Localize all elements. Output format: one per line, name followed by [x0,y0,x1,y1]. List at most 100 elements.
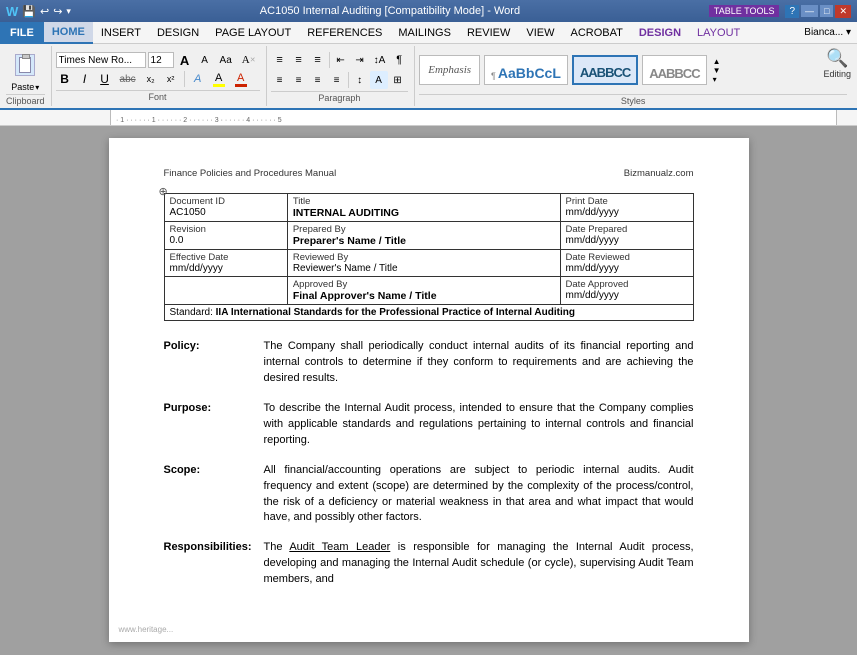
menu-design[interactable]: DESIGN [149,22,207,44]
policy-section: Policy: The Company shall periodically c… [164,339,694,387]
line-spacing-button[interactable]: ↕ [351,71,369,89]
bold-button[interactable]: B [56,70,74,88]
sort-button[interactable]: ↕A [370,51,390,69]
shading-button[interactable]: A [370,71,388,89]
user-account[interactable]: Bianca... ▾ [798,27,857,38]
styles-group-label: Styles [419,94,847,106]
font-name-input[interactable] [56,52,146,68]
paste-dropdown-icon[interactable]: ▾ [35,83,39,92]
menu-acrobat[interactable]: ACROBAT [562,22,630,44]
increase-indent-button[interactable]: ⇥ [351,51,369,69]
menu-references[interactable]: REFERENCES [299,22,390,44]
menu-mailings[interactable]: MAILINGS [390,22,459,44]
strikethrough-button[interactable]: abc [116,70,140,88]
font-color-button[interactable]: A [231,70,251,88]
underline-button[interactable]: U [96,70,114,88]
effective-date-label: Effective Date [170,252,282,263]
borders-button[interactable]: ⊞ [389,71,407,89]
align-center-button[interactable]: ≡ [290,71,308,89]
document-page: Finance Policies and Procedures Manual B… [109,138,749,642]
prepared-by-value: Preparer's Name / Title [293,235,555,247]
highlight-color-button[interactable]: A [209,70,229,88]
print-date-value: mm/dd/yyyy [566,207,688,218]
purpose-section: Purpose: To describe the Internal Audit … [164,401,694,449]
menu-table-layout[interactable]: LAYOUT [689,22,748,44]
style-heading2[interactable]: AABBCC [642,55,706,85]
decrease-indent-button[interactable]: ⇤ [332,51,350,69]
align-right-button[interactable]: ≡ [309,71,327,89]
table-cell: Date Reviewed mm/dd/yyyy [560,250,693,277]
multilevel-list-button[interactable]: ≡ [309,51,327,69]
save-icon[interactable]: 💾 [22,5,36,18]
styles-group: Emphasis ¶ AaBbCcL AABBCC AABBCC ▲ ▼ ▾ S… [415,46,853,106]
scope-section: Scope: All financial/accounting operatio… [164,463,694,527]
editing-button[interactable]: 🔍 Editing [823,48,851,79]
table-cell: Revision 0.0 [164,222,287,250]
table-cell: Date Prepared mm/dd/yyyy [560,222,693,250]
title-bar-left: W 💾 ↩ ↪ ▾ [6,4,71,19]
title-value: INTERNAL AUDITING [293,207,555,219]
table-cell: Print Date mm/dd/yyyy [560,194,693,222]
ribbon: Paste ▾ Clipboard A A Aa A✕ B I U [0,44,857,110]
font-grow-button[interactable]: A [176,52,194,68]
header-left: Finance Policies and Procedures Manual [164,168,337,179]
approved-by-label: Approved By [293,279,555,290]
date-reviewed-value: mm/dd/yyyy [566,263,688,274]
menu-review[interactable]: REVIEW [459,22,518,44]
justify-button[interactable]: ≡ [328,71,346,89]
style-heading1-alt[interactable]: AABBCC [572,55,638,85]
italic-button[interactable]: I [76,70,94,88]
table-cell [164,277,287,305]
purpose-label: Purpose: [164,401,264,416]
file-menu-button[interactable]: FILE [0,22,44,44]
doc-id-label: Document ID [170,196,282,207]
menu-insert[interactable]: INSERT [93,22,149,44]
table-row: Approved By Final Approver's Name / Titl… [164,277,693,305]
font-size-input[interactable] [148,52,174,68]
standard-label: Standard: [170,307,213,318]
maximize-button[interactable]: □ [820,5,833,17]
revision-label: Revision [170,224,282,235]
text-effects-button[interactable]: A [189,70,207,88]
table-cell: Reviewed By Reviewer's Name / Title [287,250,560,277]
superscript-button[interactable]: x² [162,70,180,88]
table-row: Effective Date mm/dd/yyyy Reviewed By Re… [164,250,693,277]
minimize-button[interactable]: — [801,5,818,17]
title-bar-right: TABLE TOOLS ? — □ ✕ [709,5,851,18]
menu-view[interactable]: VIEW [518,22,562,44]
font-shrink-button[interactable]: A [196,52,214,68]
style-heading1[interactable]: ¶ AaBbCcL [484,55,568,85]
numbering-button[interactable]: ≡ [290,51,308,69]
table-cell: Document ID AC1050 [164,194,287,222]
show-hide-button[interactable]: ¶ [390,51,408,69]
table-cell: Prepared By Preparer's Name / Title [287,222,560,250]
font-group: A A Aa A✕ B I U abc x₂ x² A A [52,46,267,106]
table-cell: Effective Date mm/dd/yyyy [164,250,287,277]
menu-home[interactable]: HOME [44,22,93,44]
undo-icon[interactable]: ↩ [40,5,49,18]
reviewed-by-label: Reviewed By [293,252,555,263]
revision-value: 0.0 [170,235,282,246]
menu-table-design[interactable]: DESIGN [631,22,689,44]
title-label: Title [293,196,555,207]
style-emphasis[interactable]: Emphasis [419,55,480,85]
scope-text: All financial/accounting operations are … [264,463,694,527]
table-row: Document ID AC1050 Title INTERNAL AUDITI… [164,194,693,222]
help-button[interactable]: ? [785,5,799,18]
close-button[interactable]: ✕ [835,5,851,18]
table-cell: Approved By Final Approver's Name / Titl… [287,277,560,305]
document-area[interactable]: Finance Policies and Procedures Manual B… [0,126,857,655]
document-info-table: Document ID AC1050 Title INTERNAL AUDITI… [164,193,694,321]
redo-icon[interactable]: ↪ [53,5,62,18]
paste-button[interactable]: Paste ▾ [10,48,40,92]
subscript-button[interactable]: x₂ [142,70,160,88]
word-app-icon: W [6,4,18,19]
align-left-button[interactable]: ≡ [271,71,289,89]
styles-scroll[interactable]: ▲ ▼ ▾ [713,57,721,84]
clear-format-button[interactable]: A✕ [238,52,260,68]
menu-page-layout[interactable]: PAGE LAYOUT [207,22,299,44]
ruler: · 1 · · · · · · 1 · · · · · · 2 · · · · … [0,110,857,126]
standard-text: IIA International Standards for the Prof… [216,307,575,318]
change-case-button[interactable]: Aa [216,52,236,68]
bullets-button[interactable]: ≡ [271,51,289,69]
